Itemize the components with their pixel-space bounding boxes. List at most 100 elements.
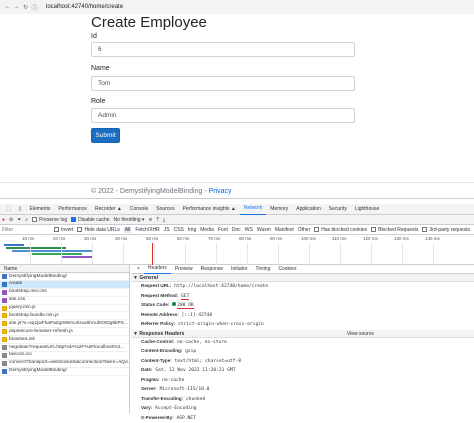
request-row[interactable]: DemystifyingModelBinding/ [0, 273, 129, 281]
invert-label: Invert [61, 227, 74, 233]
tab-elements[interactable]: Elements [26, 204, 55, 215]
request-row[interactable]: bootstrap.min.css [0, 289, 129, 297]
response-header-key: Date: [141, 367, 153, 372]
close-details-icon[interactable]: × [133, 265, 144, 274]
tab-recorder[interactable]: Recorder ▲ [91, 204, 126, 215]
blocked-cookies-checkbox[interactable] [314, 227, 319, 232]
tab-sources[interactable]: Sources [152, 204, 178, 215]
back-icon[interactable]: ← [4, 4, 11, 10]
response-header-key: Transfer-Encoding: [141, 396, 183, 401]
name-input[interactable]: Tom [91, 76, 355, 91]
network-timeline[interactable]: 10 ms20 ms30 ms40 ms50 ms60 ms70 ms80 ms… [0, 235, 474, 265]
response-header-value: no-cache, no-store [177, 340, 227, 345]
tab-performance-insights[interactable]: Performance insights ▲ [179, 204, 240, 215]
name-label: Name [91, 65, 110, 72]
type-img[interactable]: Img [188, 227, 196, 233]
hide-data-urls-checkbox[interactable] [77, 227, 82, 232]
timeline-gridline [402, 243, 403, 265]
third-party-checkbox[interactable] [422, 227, 427, 232]
timeline-tick-label: 90 ms [270, 236, 282, 241]
timeline-bar [4, 244, 24, 246]
type-other[interactable]: Other [298, 227, 311, 233]
url-text[interactable]: localhost:42740/home/create [46, 4, 123, 10]
id-input[interactable]: 6 [91, 42, 355, 57]
privacy-link[interactable]: Privacy [209, 188, 232, 195]
export-icon[interactable]: ⤓ [163, 217, 165, 223]
type-fetch[interactable]: Fetch/XHR [135, 227, 159, 233]
timeline-tick-label: 10 ms [22, 236, 34, 241]
general-header-row: Status Code: 200 OK [131, 301, 474, 311]
request-row[interactable]: favicon.ico [0, 352, 129, 360]
timeline-tick-label: 120 ms [363, 236, 378, 241]
blocked-requests-checkbox[interactable] [371, 227, 376, 232]
tab-response[interactable]: Response [197, 265, 228, 274]
response-header-key: Server: [141, 386, 157, 391]
type-css[interactable]: CSS [174, 227, 184, 233]
tab-initiator[interactable]: Initiator [227, 265, 251, 274]
type-all[interactable]: All [124, 227, 132, 233]
filter-input[interactable]: Filter [2, 227, 50, 233]
web-page: Create Employee Id 6 Name Tom Role Admin… [0, 14, 474, 198]
tab-preview[interactable]: Preview [171, 265, 197, 274]
info-icon[interactable]: ⓘ [31, 3, 38, 12]
request-row[interactable]: DemystifyingModelBinding/ [0, 368, 129, 376]
timeline-gridline [433, 243, 434, 265]
tab-console[interactable]: Console [126, 204, 152, 215]
filter-icon[interactable]: ⏷ [17, 217, 21, 223]
tab-application[interactable]: Application [292, 204, 324, 215]
filter-toolbar: Filter Invert Hide data URLs All Fetch/X… [0, 225, 474, 235]
timeline-gridline [30, 243, 31, 265]
blocked-cookies-label: Has blocked cookies [321, 227, 367, 233]
throttling-select[interactable]: No throttling ▾ [114, 217, 145, 223]
tab-headers[interactable]: Headers [144, 264, 171, 274]
search-icon[interactable]: ⌕ [25, 217, 28, 223]
timeline-tick-label: 100 ms [301, 236, 316, 241]
request-name: negotiate?requestUrl=http%3A%2F%2Flocalh… [9, 344, 124, 351]
type-doc[interactable]: Doc [232, 227, 241, 233]
request-row[interactable]: jquery.min.js [0, 305, 129, 313]
type-wasm[interactable]: Wasm [257, 227, 271, 233]
tab-network[interactable]: Network [240, 203, 266, 215]
request-row[interactable]: aspnetcore-browser-refresh.js [0, 328, 129, 336]
request-row[interactable]: create [0, 281, 129, 289]
file-type-icon [2, 298, 7, 303]
forward-icon[interactable]: → [13, 4, 20, 10]
response-headers-title: ▼ Response Headers [133, 330, 184, 337]
type-manifest[interactable]: Manifest [275, 227, 294, 233]
type-ws[interactable]: WS [245, 227, 253, 233]
type-font[interactable]: Font [218, 227, 228, 233]
file-type-icon [2, 353, 7, 358]
timeline-gridline [154, 243, 155, 265]
wifi-icon[interactable]: ≋ [148, 217, 152, 223]
preserve-log-checkbox[interactable] [32, 217, 37, 222]
type-js[interactable]: JS [164, 227, 170, 233]
inspect-icon[interactable]: ⬚ [2, 204, 15, 215]
request-row[interactable]: site.css [0, 297, 129, 305]
clear-icon[interactable]: ⊘ [9, 217, 13, 223]
submit-button[interactable]: Submit [91, 128, 120, 143]
tab-lighthouse[interactable]: Lighthouse [351, 204, 383, 215]
request-row[interactable]: browserLink [0, 336, 129, 344]
request-row[interactable]: bootstrap.bundle.min.js [0, 312, 129, 320]
general-section-header[interactable]: ▼ General [131, 274, 474, 282]
type-media[interactable]: Media [200, 227, 214, 233]
device-toggle-icon[interactable]: ▯ [15, 204, 26, 215]
request-row[interactable]: site.js?v=4q1jwFhaPaZgr8WAUSrux6hAuh0XDg… [0, 320, 129, 328]
invert-checkbox[interactable] [54, 227, 59, 232]
disable-cache-checkbox[interactable] [71, 217, 76, 222]
response-headers-section-header[interactable]: ▼ Response Headers View source [131, 330, 474, 338]
role-input[interactable]: Admin [91, 108, 355, 123]
tab-memory[interactable]: Memory [266, 204, 292, 215]
timeline-gridline [216, 243, 217, 265]
view-source-link[interactable]: View source [347, 330, 374, 337]
request-row[interactable]: connect?transport=webSockets&connectionT… [0, 360, 129, 368]
hide-data-urls-label: Hide data URLs [84, 227, 119, 233]
tab-security[interactable]: Security [325, 204, 351, 215]
import-icon[interactable]: ⤒ [157, 217, 159, 223]
record-icon[interactable]: ● [2, 217, 5, 223]
tab-performance[interactable]: Performance [54, 204, 91, 215]
tab-cookies[interactable]: Cookies [274, 265, 300, 274]
reload-icon[interactable]: ↻ [22, 4, 29, 11]
request-row[interactable]: negotiate?requestUrl=http%3A%2F%2Flocalh… [0, 344, 129, 352]
tab-timing[interactable]: Timing [252, 265, 275, 274]
